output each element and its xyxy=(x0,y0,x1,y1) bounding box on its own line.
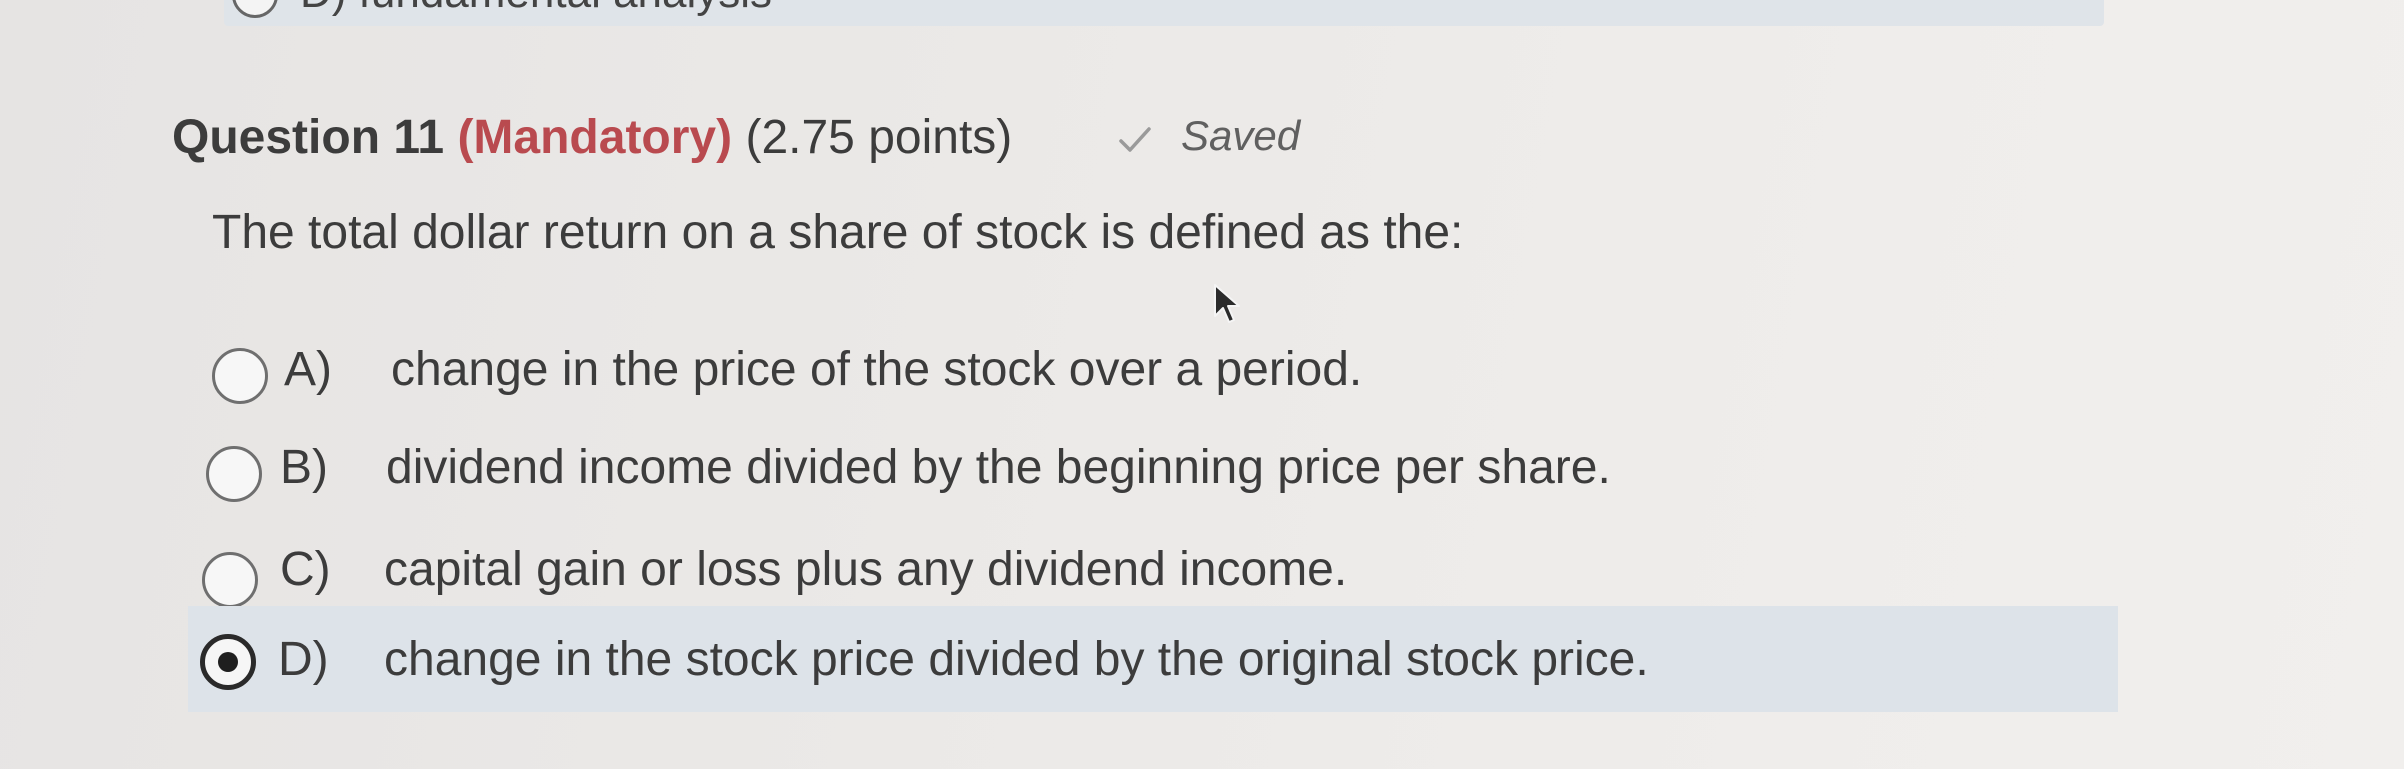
option-a[interactable]: A) change in the price of the stock over… xyxy=(188,318,2118,418)
option-a-text: change in the price of the stock over a … xyxy=(391,343,1363,396)
option-b-text: dividend income divided by the beginning… xyxy=(386,441,1611,494)
option-a-radio[interactable] xyxy=(212,348,268,404)
mandatory-label: (Mandatory) xyxy=(457,111,733,164)
option-c-radio[interactable] xyxy=(202,552,258,608)
saved-text: Saved xyxy=(1181,112,1301,159)
question-title: Question 11 xyxy=(172,111,445,164)
option-c-text: capital gain or loss plus any dividend i… xyxy=(384,543,1348,596)
option-b[interactable]: B) dividend income divided by the beginn… xyxy=(188,420,2118,520)
question-header: Question 11 (Mandatory) (2.75 points) xyxy=(172,106,1012,170)
option-b-letter: B) xyxy=(280,441,328,494)
option-d[interactable]: D) change in the stock price divided by … xyxy=(188,606,2118,712)
option-d-letter: D) xyxy=(278,633,329,686)
question-text: The total dollar return on a share of st… xyxy=(212,206,1464,259)
option-d-text: change in the stock price divided by the… xyxy=(384,633,1649,686)
option-d-radio[interactable] xyxy=(200,634,256,690)
previous-option-text: D) fundamental analysis xyxy=(300,0,772,18)
points-label: (2.75 points) xyxy=(745,111,1013,164)
previous-option-letter: D) xyxy=(300,0,346,17)
option-c-letter: C) xyxy=(280,543,331,596)
previous-option-label: fundamental analysis xyxy=(359,0,772,17)
saved-status: Saved xyxy=(1115,112,1300,160)
option-a-letter: A) xyxy=(284,343,332,396)
check-icon xyxy=(1119,127,1151,152)
radio-selected-dot xyxy=(218,652,238,672)
option-b-radio[interactable] xyxy=(206,446,262,502)
